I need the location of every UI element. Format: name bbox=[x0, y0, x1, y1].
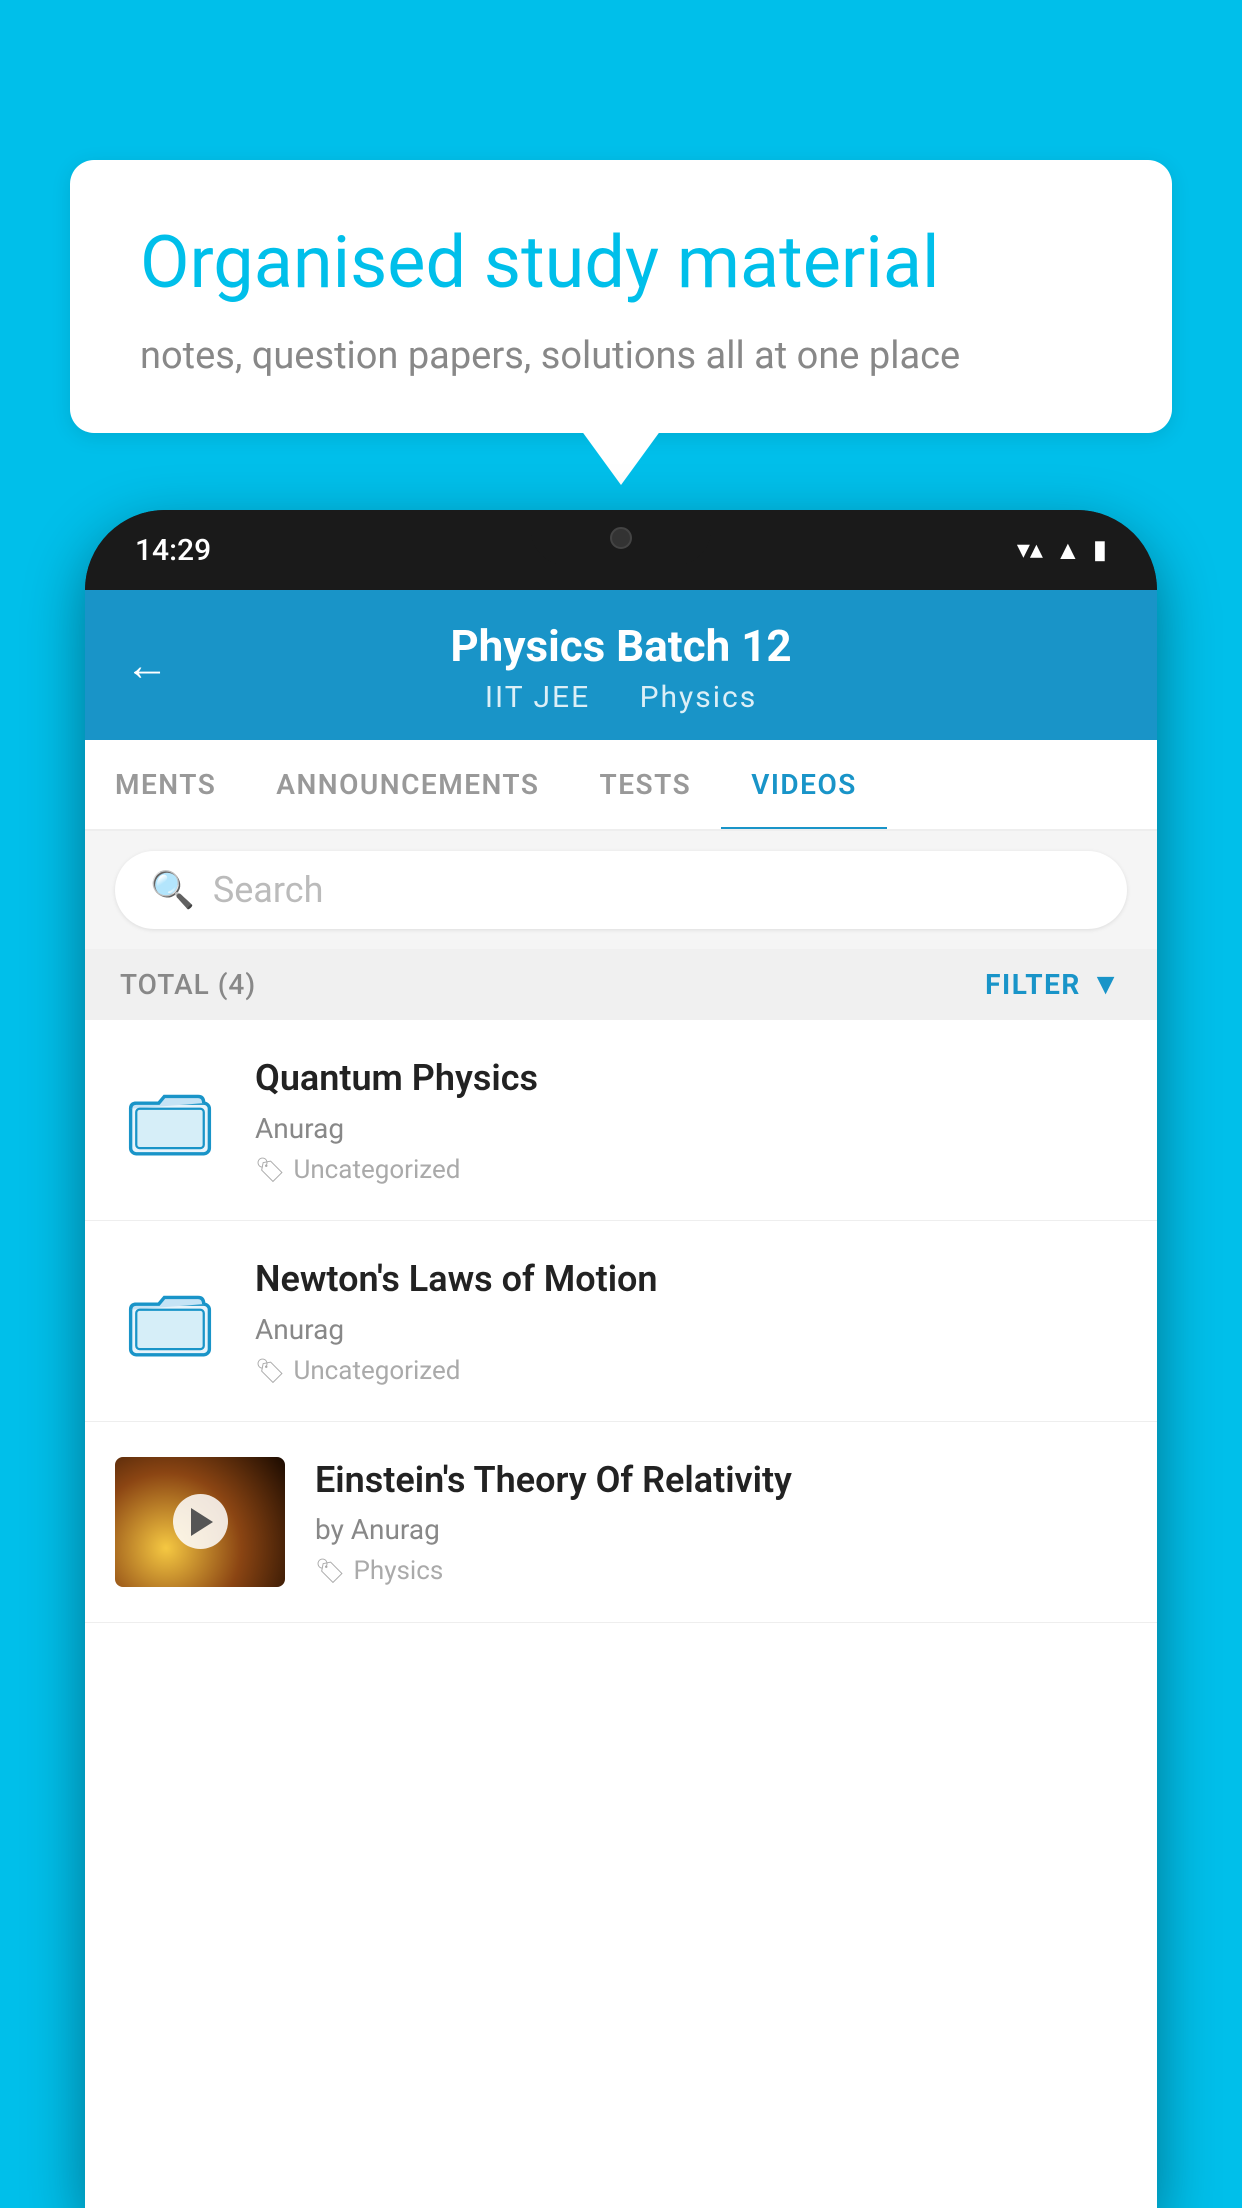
thumbnail-background bbox=[115, 1457, 285, 1587]
filter-button[interactable]: FILTER ▼ bbox=[985, 967, 1122, 1002]
play-triangle-icon bbox=[191, 1508, 213, 1536]
wifi-icon: ▾▴ bbox=[1017, 535, 1043, 565]
camera-dot bbox=[610, 527, 632, 549]
filter-icon: ▼ bbox=[1091, 967, 1122, 1002]
status-bar: 14:29 ▾▴ ▲ ▮ bbox=[85, 510, 1157, 590]
bubble-title: Organised study material bbox=[140, 220, 1102, 306]
bubble-subtitle: notes, question papers, solutions all at… bbox=[140, 334, 1102, 378]
play-button-einstein[interactable] bbox=[173, 1494, 228, 1549]
tag-icon-1: 🏷 bbox=[255, 1156, 285, 1184]
speech-bubble-container: Organised study material notes, question… bbox=[70, 160, 1172, 433]
video-folder-icon-1 bbox=[115, 1065, 225, 1175]
video-author-quantum: Anurag bbox=[255, 1112, 1127, 1145]
tag-icon-2: 🏷 bbox=[255, 1357, 285, 1385]
search-placeholder-text: Search bbox=[213, 869, 324, 911]
video-thumbnail-einstein bbox=[115, 1457, 285, 1587]
video-tag-einstein: 🏷 Physics bbox=[315, 1556, 1127, 1586]
filter-bar: TOTAL (4) FILTER ▼ bbox=[85, 949, 1157, 1020]
back-button[interactable]: ← bbox=[125, 639, 169, 691]
tab-ments[interactable]: MENTS bbox=[85, 740, 246, 829]
video-title-einstein: Einstein's Theory Of Relativity bbox=[315, 1457, 1127, 1504]
video-item-quantum[interactable]: Quantum Physics Anurag 🏷 Uncategorized bbox=[85, 1020, 1157, 1221]
video-info-newton: Newton's Laws of Motion Anurag 🏷 Uncateg… bbox=[255, 1256, 1127, 1386]
video-list: Quantum Physics Anurag 🏷 Uncategorized bbox=[85, 1020, 1157, 1623]
header-subtitle: IIT JEE Physics bbox=[125, 680, 1117, 715]
status-icons: ▾▴ ▲ ▮ bbox=[1017, 535, 1107, 566]
search-container: 🔍 Search bbox=[85, 831, 1157, 949]
tab-videos[interactable]: VIDEOS bbox=[721, 740, 887, 829]
video-info-einstein: Einstein's Theory Of Relativity by Anura… bbox=[315, 1457, 1127, 1587]
total-count: TOTAL (4) bbox=[120, 968, 256, 1001]
video-item-einstein[interactable]: Einstein's Theory Of Relativity by Anura… bbox=[85, 1422, 1157, 1623]
header-title: Physics Batch 12 bbox=[125, 620, 1117, 672]
header-subtitle-physics: Physics bbox=[640, 680, 758, 715]
notch bbox=[531, 510, 711, 565]
status-time: 14:29 bbox=[135, 533, 211, 568]
video-author-newton: Anurag bbox=[255, 1313, 1127, 1346]
speech-bubble: Organised study material notes, question… bbox=[70, 160, 1172, 433]
video-title-quantum: Quantum Physics bbox=[255, 1055, 1127, 1102]
tag-icon-3: 🏷 bbox=[315, 1557, 345, 1585]
tab-announcements[interactable]: ANNOUNCEMENTS bbox=[246, 740, 569, 829]
video-item-newton[interactable]: Newton's Laws of Motion Anurag 🏷 Uncateg… bbox=[85, 1221, 1157, 1422]
header-subtitle-iitjee: IIT JEE bbox=[485, 680, 590, 715]
video-tag-quantum: 🏷 Uncategorized bbox=[255, 1155, 1127, 1185]
video-folder-icon-2 bbox=[115, 1266, 225, 1376]
video-info-quantum: Quantum Physics Anurag 🏷 Uncategorized bbox=[255, 1055, 1127, 1185]
filter-label: FILTER bbox=[985, 968, 1081, 1001]
video-author-einstein: by Anurag bbox=[315, 1513, 1127, 1546]
search-icon: 🔍 bbox=[150, 869, 195, 911]
video-tag-newton: 🏷 Uncategorized bbox=[255, 1356, 1127, 1386]
search-bar[interactable]: 🔍 Search bbox=[115, 851, 1127, 929]
battery-icon: ▮ bbox=[1093, 535, 1107, 565]
phone-screen: ← Physics Batch 12 IIT JEE Physics MENTS… bbox=[85, 590, 1157, 2208]
phone-frame: 14:29 ▾▴ ▲ ▮ ← Physics Batch 12 IIT JEE … bbox=[85, 510, 1157, 2208]
video-title-newton: Newton's Laws of Motion bbox=[255, 1256, 1127, 1303]
tab-tests[interactable]: TESTS bbox=[570, 740, 722, 829]
tabs-bar: MENTS ANNOUNCEMENTS TESTS VIDEOS bbox=[85, 740, 1157, 831]
app-header: ← Physics Batch 12 IIT JEE Physics bbox=[85, 590, 1157, 740]
signal-icon: ▲ bbox=[1055, 535, 1081, 566]
